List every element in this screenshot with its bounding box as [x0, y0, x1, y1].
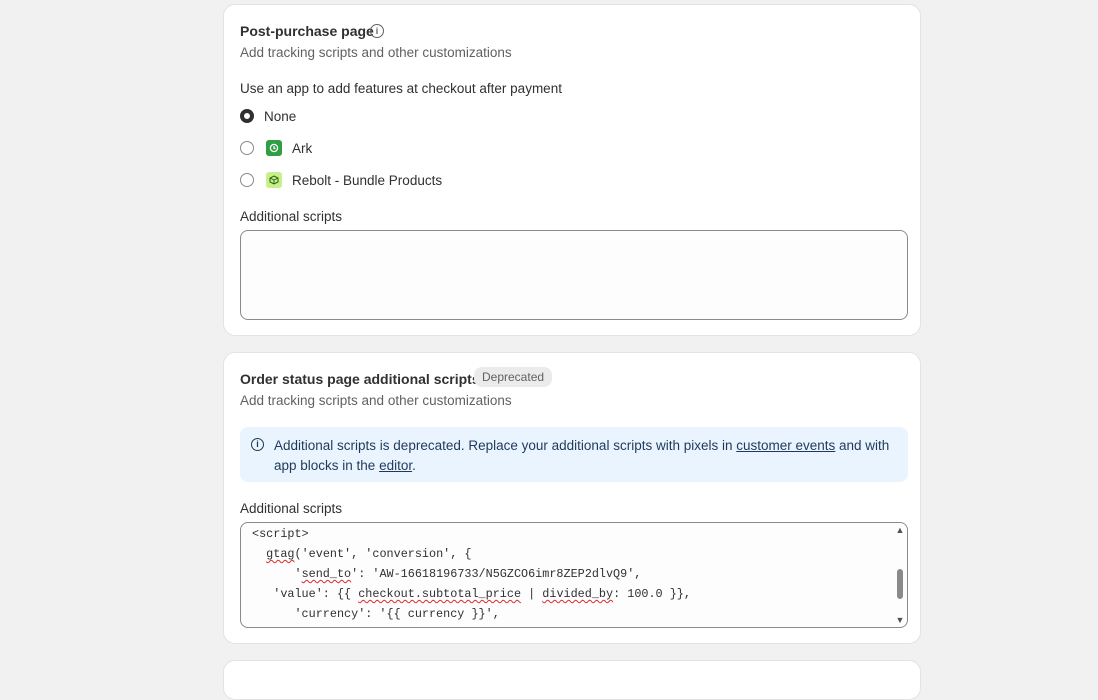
order-status-scripts-textarea[interactable]: <script> gtag('event', 'conversion', { '…: [240, 522, 908, 628]
scroll-down-arrow-icon[interactable]: ▼: [895, 615, 905, 625]
ark-app-icon: [266, 140, 282, 156]
radio-button[interactable]: [240, 141, 254, 155]
spell-error: send_to: [301, 567, 352, 581]
radio-button-checked[interactable]: [240, 109, 254, 123]
spell-error: gtag: [266, 547, 295, 561]
deprecated-badge: Deprecated: [474, 367, 553, 387]
spell-error: divided_by: [542, 587, 614, 601]
option-rebolt[interactable]: Rebolt - Bundle Products: [240, 170, 442, 190]
post-purchase-card: Post-purchase page i Add tracking script…: [223, 4, 921, 336]
deprecation-banner: i Additional scripts is deprecated. Repl…: [240, 427, 908, 482]
option-label: Rebolt - Bundle Products: [292, 172, 443, 188]
radio-button[interactable]: [240, 173, 254, 187]
scroll-up-arrow-icon[interactable]: ▲: [895, 525, 905, 535]
additional-scripts-label: Additional scripts: [240, 501, 343, 516]
code-line: 'send_to': 'AW-16618196733/N5GZCO6imr8ZE…: [252, 567, 642, 581]
banner-text-part: Additional scripts is deprecated. Replac…: [274, 438, 737, 453]
code-line: 'value': {{ checkout.subtotal_price | di…: [252, 587, 691, 601]
info-icon[interactable]: i: [370, 24, 384, 38]
code-line: <script>: [252, 527, 309, 541]
additional-scripts-label: Additional scripts: [240, 209, 343, 224]
scrollbar-thumb[interactable]: [897, 569, 903, 599]
textarea-scrollbar[interactable]: ▲ ▼: [895, 525, 905, 625]
rebolt-app-icon: [266, 172, 282, 188]
info-circle-icon: i: [251, 438, 264, 451]
next-card: [223, 660, 921, 700]
order-status-title: Order status page additional scripts: [240, 371, 480, 387]
order-status-card: Order status page additional scripts Dep…: [223, 352, 921, 644]
spell-error: checkout.subtotal_price: [358, 587, 522, 601]
code-content: <script> gtag('event', 'conversion', { '…: [241, 523, 893, 627]
banner-text: Additional scripts is deprecated. Replac…: [274, 436, 894, 476]
code-line: gtag('event', 'conversion', {: [266, 547, 472, 561]
option-none[interactable]: None: [240, 106, 296, 126]
editor-link[interactable]: editor: [379, 458, 412, 473]
post-purchase-subtitle: Add tracking scripts and other customiza…: [240, 45, 512, 60]
app-question-label: Use an app to add features at checkout a…: [240, 81, 562, 96]
post-purchase-title: Post-purchase page: [240, 23, 374, 39]
additional-scripts-textarea[interactable]: [240, 230, 908, 320]
option-label: None: [264, 108, 297, 124]
code-line: 'currency': '{{ currency }}',: [252, 607, 500, 621]
option-ark[interactable]: Ark: [240, 138, 312, 158]
banner-text-part: .: [412, 458, 416, 473]
customer-events-link[interactable]: customer events: [736, 438, 835, 453]
order-status-subtitle: Add tracking scripts and other customiza…: [240, 393, 512, 408]
option-label: Ark: [292, 140, 313, 156]
